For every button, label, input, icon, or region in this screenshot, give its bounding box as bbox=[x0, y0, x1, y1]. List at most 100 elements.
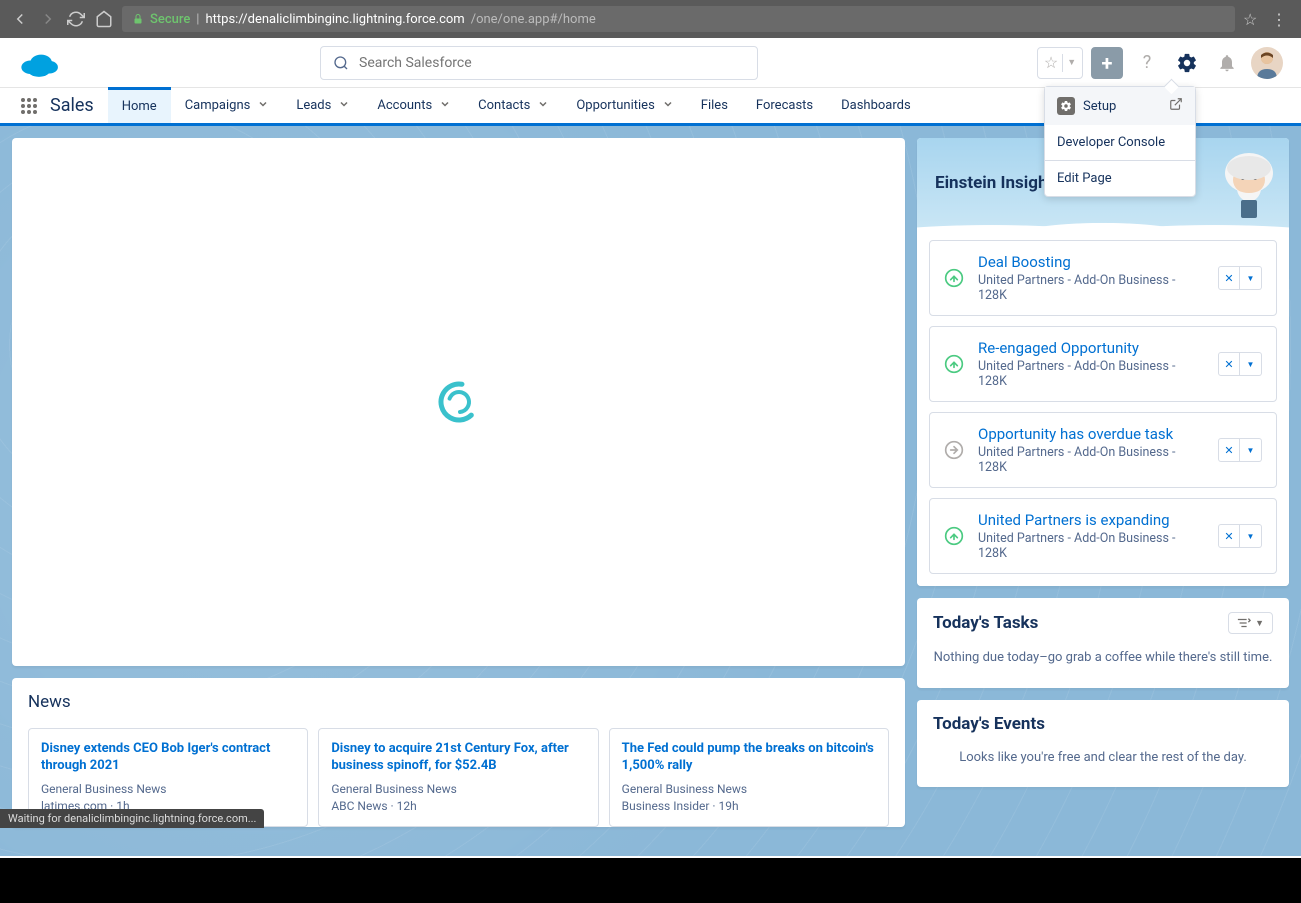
chevron-down-icon bbox=[440, 98, 450, 113]
insight-dismiss-button[interactable]: ✕ bbox=[1218, 524, 1240, 548]
url-path: /one/one.app#/home bbox=[471, 12, 596, 27]
insight-title: Opportunity has overdue task bbox=[978, 425, 1204, 443]
news-item-title: Disney to acquire 21st Century Fox, afte… bbox=[331, 741, 585, 775]
url-main: https://denaliclimbinginc.lightning.forc… bbox=[205, 12, 464, 27]
nav-item-files[interactable]: Files bbox=[687, 88, 742, 123]
insight-subtitle: United Partners - Add-On Business - 128K bbox=[978, 359, 1204, 389]
news-title: News bbox=[28, 692, 889, 712]
bookmark-star-icon[interactable]: ☆ bbox=[1243, 10, 1263, 29]
nav-item-leads[interactable]: Leads bbox=[282, 88, 363, 123]
filter-icon bbox=[1237, 617, 1251, 629]
events-title: Today's Events bbox=[933, 714, 1273, 734]
notifications-button[interactable] bbox=[1211, 47, 1243, 79]
secure-label: Secure bbox=[150, 12, 190, 27]
chevron-down-icon bbox=[663, 98, 673, 113]
insight-more-button[interactable]: ▼ bbox=[1240, 352, 1262, 376]
dev-console-label: Developer Console bbox=[1057, 135, 1165, 150]
salesforce-logo[interactable] bbox=[18, 47, 60, 79]
insight-item[interactable]: Re-engaged OpportunityUnited Partners - … bbox=[929, 326, 1277, 402]
setup-label: Setup bbox=[1083, 99, 1116, 114]
edit-page-menu-item[interactable]: Edit Page bbox=[1045, 161, 1195, 196]
app-launcher-button[interactable] bbox=[14, 88, 44, 123]
browser-chrome: Secure | https://denaliclimbinginc.light… bbox=[0, 0, 1301, 38]
chevron-down-icon bbox=[258, 98, 268, 113]
browser-forward-button[interactable] bbox=[38, 9, 58, 29]
news-item-source: Business Insider · 19h bbox=[622, 798, 876, 815]
bell-icon bbox=[1217, 53, 1237, 73]
nav-item-opportunities[interactable]: Opportunities bbox=[562, 88, 686, 123]
browser-status-bar: Waiting for denaliclimbinginc.lightning.… bbox=[0, 809, 264, 828]
star-icon: ☆ bbox=[1044, 53, 1058, 72]
nav-item-label: Home bbox=[122, 99, 157, 114]
gear-icon bbox=[1176, 52, 1198, 74]
events-card: Today's Events Looks like you're free an… bbox=[917, 700, 1289, 788]
help-button[interactable]: ? bbox=[1131, 47, 1163, 79]
tasks-filter-button[interactable]: ▼ bbox=[1228, 612, 1273, 634]
insight-icon bbox=[944, 526, 964, 546]
insight-more-button[interactable]: ▼ bbox=[1240, 438, 1262, 462]
nav-item-forecasts[interactable]: Forecasts bbox=[742, 88, 827, 123]
news-item[interactable]: The Fed could pump the breaks on bitcoin… bbox=[609, 728, 889, 827]
favorites-button[interactable]: ☆ ▼ bbox=[1037, 47, 1083, 79]
nav-item-home[interactable]: Home bbox=[108, 87, 171, 123]
nav-item-label: Dashboards bbox=[841, 98, 911, 113]
browser-reload-button[interactable] bbox=[66, 9, 86, 29]
insight-subtitle: United Partners - Add-On Business - 128K bbox=[978, 273, 1204, 303]
search-input[interactable] bbox=[359, 55, 745, 71]
insight-subtitle: United Partners - Add-On Business - 128K bbox=[978, 531, 1204, 561]
insight-item[interactable]: Deal Boosting United Partners - Add-On Bu… bbox=[929, 240, 1277, 316]
insight-item[interactable]: Opportunity has overdue task United Partn… bbox=[929, 412, 1277, 488]
news-item-category: General Business News bbox=[622, 781, 876, 798]
nav-item-label: Leads bbox=[296, 98, 331, 113]
news-card: News Disney extends CEO Bob Iger's contr… bbox=[12, 678, 905, 827]
nav-item-contacts[interactable]: Contacts bbox=[464, 88, 562, 123]
developer-console-menu-item[interactable]: Developer Console bbox=[1045, 125, 1195, 160]
chevron-down-icon bbox=[339, 98, 349, 113]
insight-icon bbox=[944, 268, 964, 288]
nav-item-label: Campaigns bbox=[185, 98, 251, 113]
user-avatar[interactable] bbox=[1251, 47, 1283, 79]
nav-item-label: Contacts bbox=[478, 98, 530, 113]
tasks-card: Today's Tasks ▼ Nothing due today–go gra… bbox=[917, 598, 1289, 688]
external-link-icon bbox=[1169, 97, 1183, 115]
edit-page-label: Edit Page bbox=[1057, 171, 1112, 186]
lock-icon bbox=[132, 13, 144, 25]
insight-dismiss-button[interactable]: ✕ bbox=[1218, 438, 1240, 462]
nav-item-accounts[interactable]: Accounts bbox=[363, 88, 464, 123]
chevron-down-icon: ▼ bbox=[1255, 618, 1264, 629]
global-search[interactable] bbox=[320, 46, 758, 80]
news-item[interactable]: Disney to acquire 21st Century Fox, afte… bbox=[318, 728, 598, 827]
insight-item[interactable]: United Partners is expandingUnited Partn… bbox=[929, 498, 1277, 574]
setup-menu-item[interactable]: Setup bbox=[1045, 87, 1195, 125]
nav-item-label: Forecasts bbox=[756, 98, 813, 113]
nav-item-dashboards[interactable]: Dashboards bbox=[827, 88, 925, 123]
einstein-title: Einstein Insights bbox=[935, 173, 1062, 193]
insight-icon bbox=[944, 354, 964, 374]
news-item-category: General Business News bbox=[331, 781, 585, 798]
insight-title: Deal Boosting bbox=[978, 253, 1204, 271]
nav-item-label: Files bbox=[701, 98, 728, 113]
global-actions-button[interactable]: + bbox=[1091, 47, 1123, 79]
browser-back-button[interactable] bbox=[10, 9, 30, 29]
nav-item-label: Accounts bbox=[377, 98, 432, 113]
nav-item-label: Opportunities bbox=[576, 98, 654, 113]
chevron-down-icon bbox=[538, 98, 548, 113]
news-item-category: General Business News bbox=[41, 781, 295, 798]
browser-menu-icon[interactable]: ⋮ bbox=[1271, 10, 1291, 29]
tasks-title: Today's Tasks bbox=[933, 613, 1038, 633]
events-empty-text: Looks like you're free and clear the res… bbox=[933, 748, 1273, 768]
insight-subtitle: United Partners - Add-On Business - 128K bbox=[978, 445, 1204, 475]
browser-home-button[interactable] bbox=[94, 9, 114, 29]
global-header: ☆ ▼ + ? bbox=[0, 38, 1301, 88]
insight-more-button[interactable]: ▼ bbox=[1240, 266, 1262, 290]
url-bar[interactable]: Secure | https://denaliclimbinginc.light… bbox=[122, 6, 1235, 32]
insight-dismiss-button[interactable]: ✕ bbox=[1218, 266, 1240, 290]
nav-item-campaigns[interactable]: Campaigns bbox=[171, 88, 283, 123]
einstein-card: Einstein Insights Deal Boosting United Pa… bbox=[917, 138, 1289, 586]
loading-card bbox=[12, 138, 905, 666]
spinner-icon bbox=[434, 377, 484, 427]
insight-more-button[interactable]: ▼ bbox=[1240, 524, 1262, 548]
setup-dropdown: Setup Developer Console Edit Page bbox=[1044, 86, 1196, 197]
insight-dismiss-button[interactable]: ✕ bbox=[1218, 352, 1240, 376]
setup-gear-button[interactable] bbox=[1171, 47, 1203, 79]
